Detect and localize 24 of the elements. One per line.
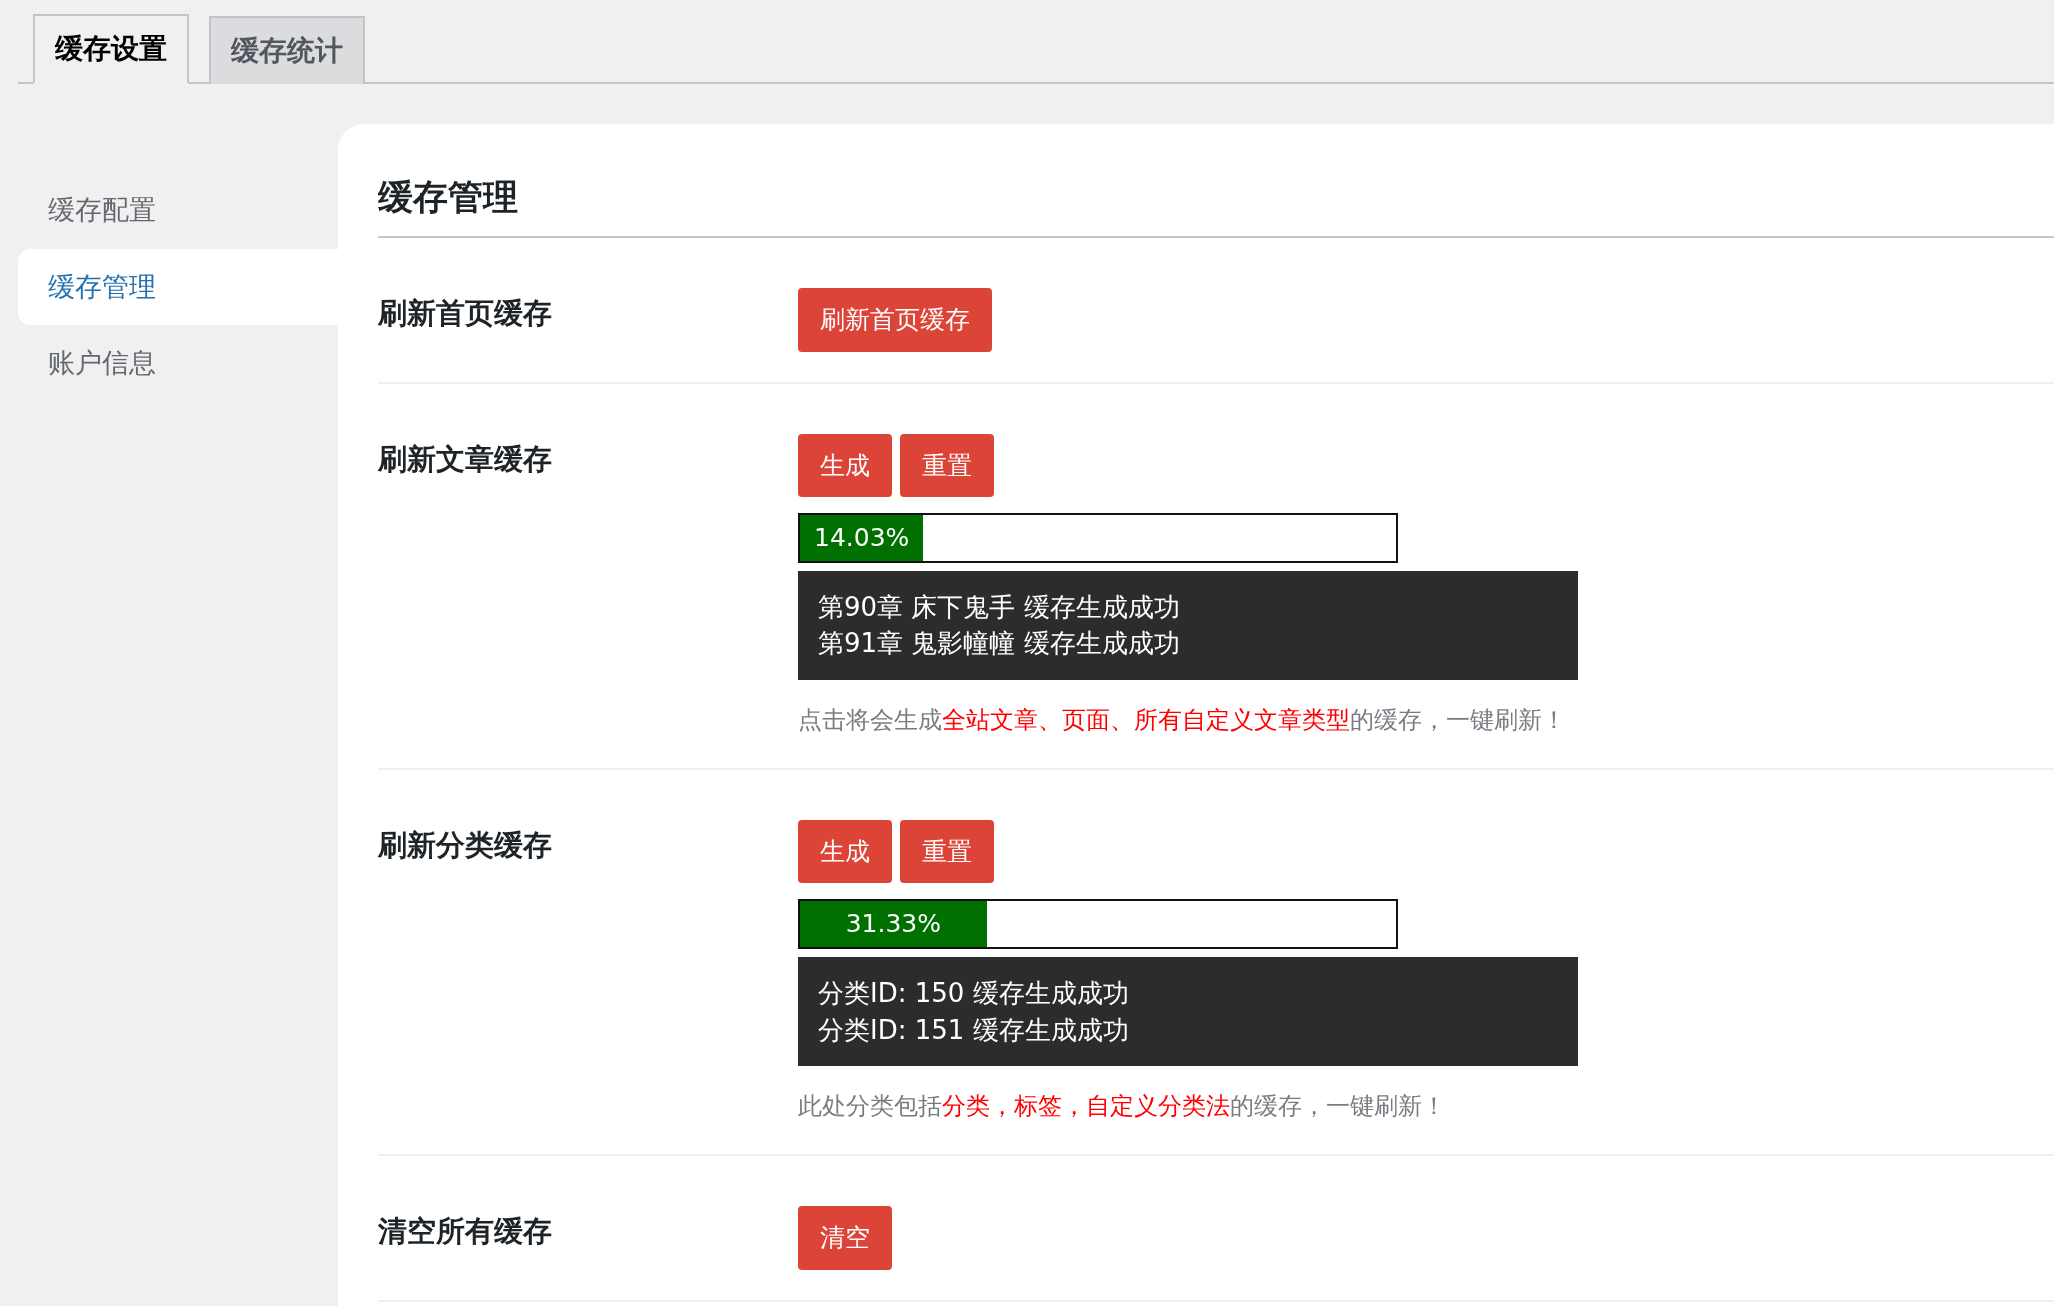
section-label: 刷新分类缓存 <box>378 826 553 864</box>
sidebar-item[interactable]: 账户信息 <box>18 325 338 402</box>
log-line: 第90章 床下鬼手 缓存生成成功 <box>818 591 1181 624</box>
action-button[interactable]: 生成 <box>798 433 892 497</box>
sidebar-item[interactable]: 缓存配置 <box>18 172 338 249</box>
tab[interactable]: 缓存设置 <box>33 14 189 84</box>
section-label: 刷新文章缓存 <box>378 440 553 478</box>
sidebar-item[interactable]: 缓存管理 <box>18 248 338 325</box>
note-text: 此处分类包括分类，标签，自定义分类法的缓存，一键刷新！ <box>798 1091 1447 1123</box>
log-line: 第91章 鬼影幢幢 缓存生成成功 <box>818 627 1181 661</box>
panel-title: 缓存管理 <box>378 154 2054 238</box>
action-button[interactable]: 生成 <box>798 819 892 884</box>
log-line: 分类ID: 150 缓存生成成功 <box>818 977 1130 1011</box>
action-button[interactable]: 刷新首页缓存 <box>798 288 992 352</box>
note-text: 点击将会生成全站文章、页面、所有自定义文章类型的缓存，一键刷新！ <box>798 704 1567 736</box>
action-button[interactable]: 重置 <box>900 819 994 884</box>
action-button[interactable]: 重置 <box>900 433 994 497</box>
section-label: 刷新首页缓存 <box>378 295 553 332</box>
log-line: 分类ID: 151 缓存生成成功 <box>818 1013 1130 1047</box>
progress-fill: 14.03% <box>800 515 924 561</box>
action-button[interactable]: 清空 <box>798 1206 892 1270</box>
progress-fill: 31.33% <box>800 901 987 948</box>
section-label: 清空所有缓存 <box>378 1213 553 1251</box>
tab[interactable]: 缓存统计 <box>209 16 365 84</box>
